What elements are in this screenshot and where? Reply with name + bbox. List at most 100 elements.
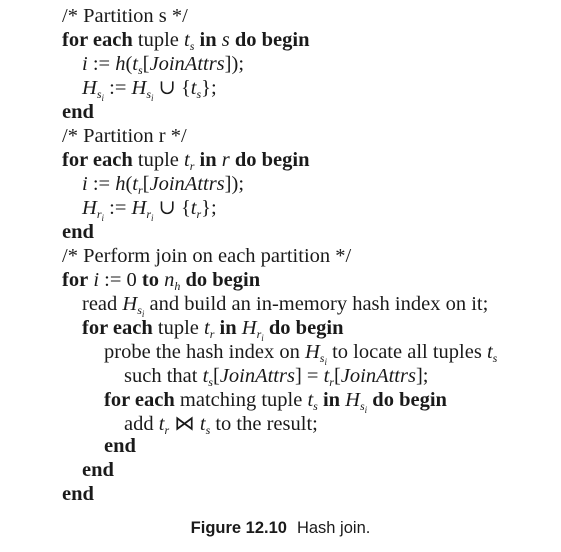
zero: 0	[126, 269, 137, 291]
var-i: i	[93, 269, 100, 291]
code-line-end: end	[62, 220, 94, 244]
keyword: in	[322, 389, 341, 411]
code-line-end: end	[104, 434, 136, 458]
func-h: h	[115, 53, 126, 75]
code-line-read: read Hsi and build an in-memory hash ind…	[82, 292, 489, 319]
subscript: r	[329, 375, 334, 389]
comment-partition-s: /* Partition s */	[62, 4, 188, 28]
code-line-hash-s: i := h(ts[JoinAttrs]);	[82, 53, 245, 77]
keyword: do begin	[372, 389, 447, 411]
subscript: si	[319, 351, 327, 367]
code-line-union-r: Hri := Hri ∪ {tr};	[82, 197, 217, 223]
relation-r: r	[221, 149, 230, 171]
comment-text: /* Partition r */	[62, 125, 187, 147]
union-symbol: ∪	[158, 197, 176, 219]
subscript: si	[137, 303, 145, 319]
code-line-hash-r: i := h(tr[JoinAttrs]);	[82, 173, 245, 197]
assign: :=	[109, 197, 127, 219]
code-line-end: end	[62, 482, 94, 506]
comment-text: /* Partition s */	[62, 5, 188, 27]
word-tuple: tuple	[137, 29, 179, 51]
build-text: and build an in-memory hash index on it;	[149, 293, 489, 315]
var-H: H	[345, 389, 360, 411]
subscript: s	[196, 87, 202, 101]
figure-page: /* Partition s */ for each tuple ts in s…	[0, 0, 561, 552]
subscript: ri	[256, 327, 264, 343]
keyword: end	[62, 101, 94, 123]
assign: :=	[92, 53, 111, 75]
join-symbol: ⋈	[174, 413, 195, 435]
comment-text: /* Perform join on each partition */	[62, 245, 352, 267]
subscript: s	[138, 63, 143, 77]
join-attrs: JoinAttrs	[149, 53, 225, 75]
keyword: do begin	[234, 149, 310, 171]
subscript: si	[359, 399, 368, 415]
var-H: H	[241, 317, 257, 339]
join-attrs: JoinAttrs	[219, 365, 295, 387]
code-line-union-s: Hsi := Hsi ∪ {ts};	[82, 77, 217, 103]
subscript: si	[146, 87, 154, 103]
matching-text: matching tuple	[179, 389, 303, 411]
read-text: read	[82, 293, 118, 315]
keyword: do begin	[185, 269, 261, 291]
figure-number: Figure 12.10	[190, 519, 287, 537]
probe-text: probe the hash index on	[104, 341, 300, 363]
code-line-for-each-ts: for each tuple ts in s do begin	[62, 28, 310, 52]
var-H: H	[122, 293, 138, 315]
word-tuple: tuple	[137, 149, 179, 171]
keyword: end	[62, 483, 94, 505]
subscript: s	[208, 375, 213, 389]
keyword: for each	[62, 29, 133, 51]
join-attrs: JoinAttrs	[340, 365, 416, 387]
var-i: i	[82, 53, 88, 75]
code-line-for-each-matching: for each matching tuple ts in Hsi do beg…	[104, 388, 447, 415]
keyword: in	[199, 149, 217, 171]
assign: :=	[109, 77, 127, 99]
subscript: r	[196, 207, 202, 221]
keyword: in	[219, 317, 237, 339]
subscript: si	[96, 87, 104, 103]
subscript: r	[138, 183, 143, 197]
union-symbol: ∪	[158, 77, 176, 99]
code-line-for-each-tr-in-H: for each tuple tr in Hri do begin	[82, 316, 344, 343]
keyword: end	[82, 459, 114, 481]
code-line-end: end	[62, 100, 94, 124]
assign: :=	[92, 173, 111, 195]
locate-text: to locate all tuples	[332, 341, 482, 363]
subscript: ri	[146, 207, 154, 223]
var-H: H	[82, 197, 97, 219]
keyword: in	[199, 29, 217, 51]
code-line-end: end	[82, 458, 114, 482]
comment-perform-join: /* Perform join on each partition */	[62, 244, 351, 268]
code-line-such-that: such that ts[JoinAttrs] = tr[JoinAttrs];	[124, 365, 429, 389]
code-line-probe: probe the hash index on Hsi to locate al…	[104, 340, 498, 367]
keyword: for	[62, 269, 89, 291]
code-line-add: add tr ⋈ ts to the result;	[124, 412, 318, 436]
code-line-for-i: for i := 0 to nh do begin	[62, 268, 260, 292]
var-H: H	[131, 77, 147, 99]
assign: :=	[104, 269, 122, 291]
keyword: for each	[82, 317, 153, 339]
subscript: r	[209, 327, 215, 341]
result-text: to the result;	[215, 413, 318, 435]
var-n: n	[164, 269, 175, 291]
var-i: i	[82, 173, 88, 195]
keyword: do begin	[234, 29, 310, 51]
subscript: r	[164, 423, 170, 437]
subscript: s	[492, 351, 498, 365]
subscript: h	[174, 279, 181, 293]
subscript: s	[313, 399, 318, 413]
subscript: s	[205, 423, 211, 437]
keyword: do begin	[268, 317, 344, 339]
equals: =	[306, 365, 319, 387]
join-attrs: JoinAttrs	[149, 173, 225, 195]
figure-caption: Figure 12.10 Hash join.	[0, 519, 561, 538]
add-text: add	[124, 413, 154, 435]
code-line-for-each-tr: for each tuple tr in r do begin	[62, 148, 310, 172]
keyword: for each	[104, 389, 175, 411]
relation-s: s	[221, 29, 230, 51]
such-that-text: such that	[124, 365, 198, 387]
keyword: end	[104, 435, 136, 457]
keyword: for each	[62, 149, 133, 171]
subscript: ri	[96, 207, 104, 223]
